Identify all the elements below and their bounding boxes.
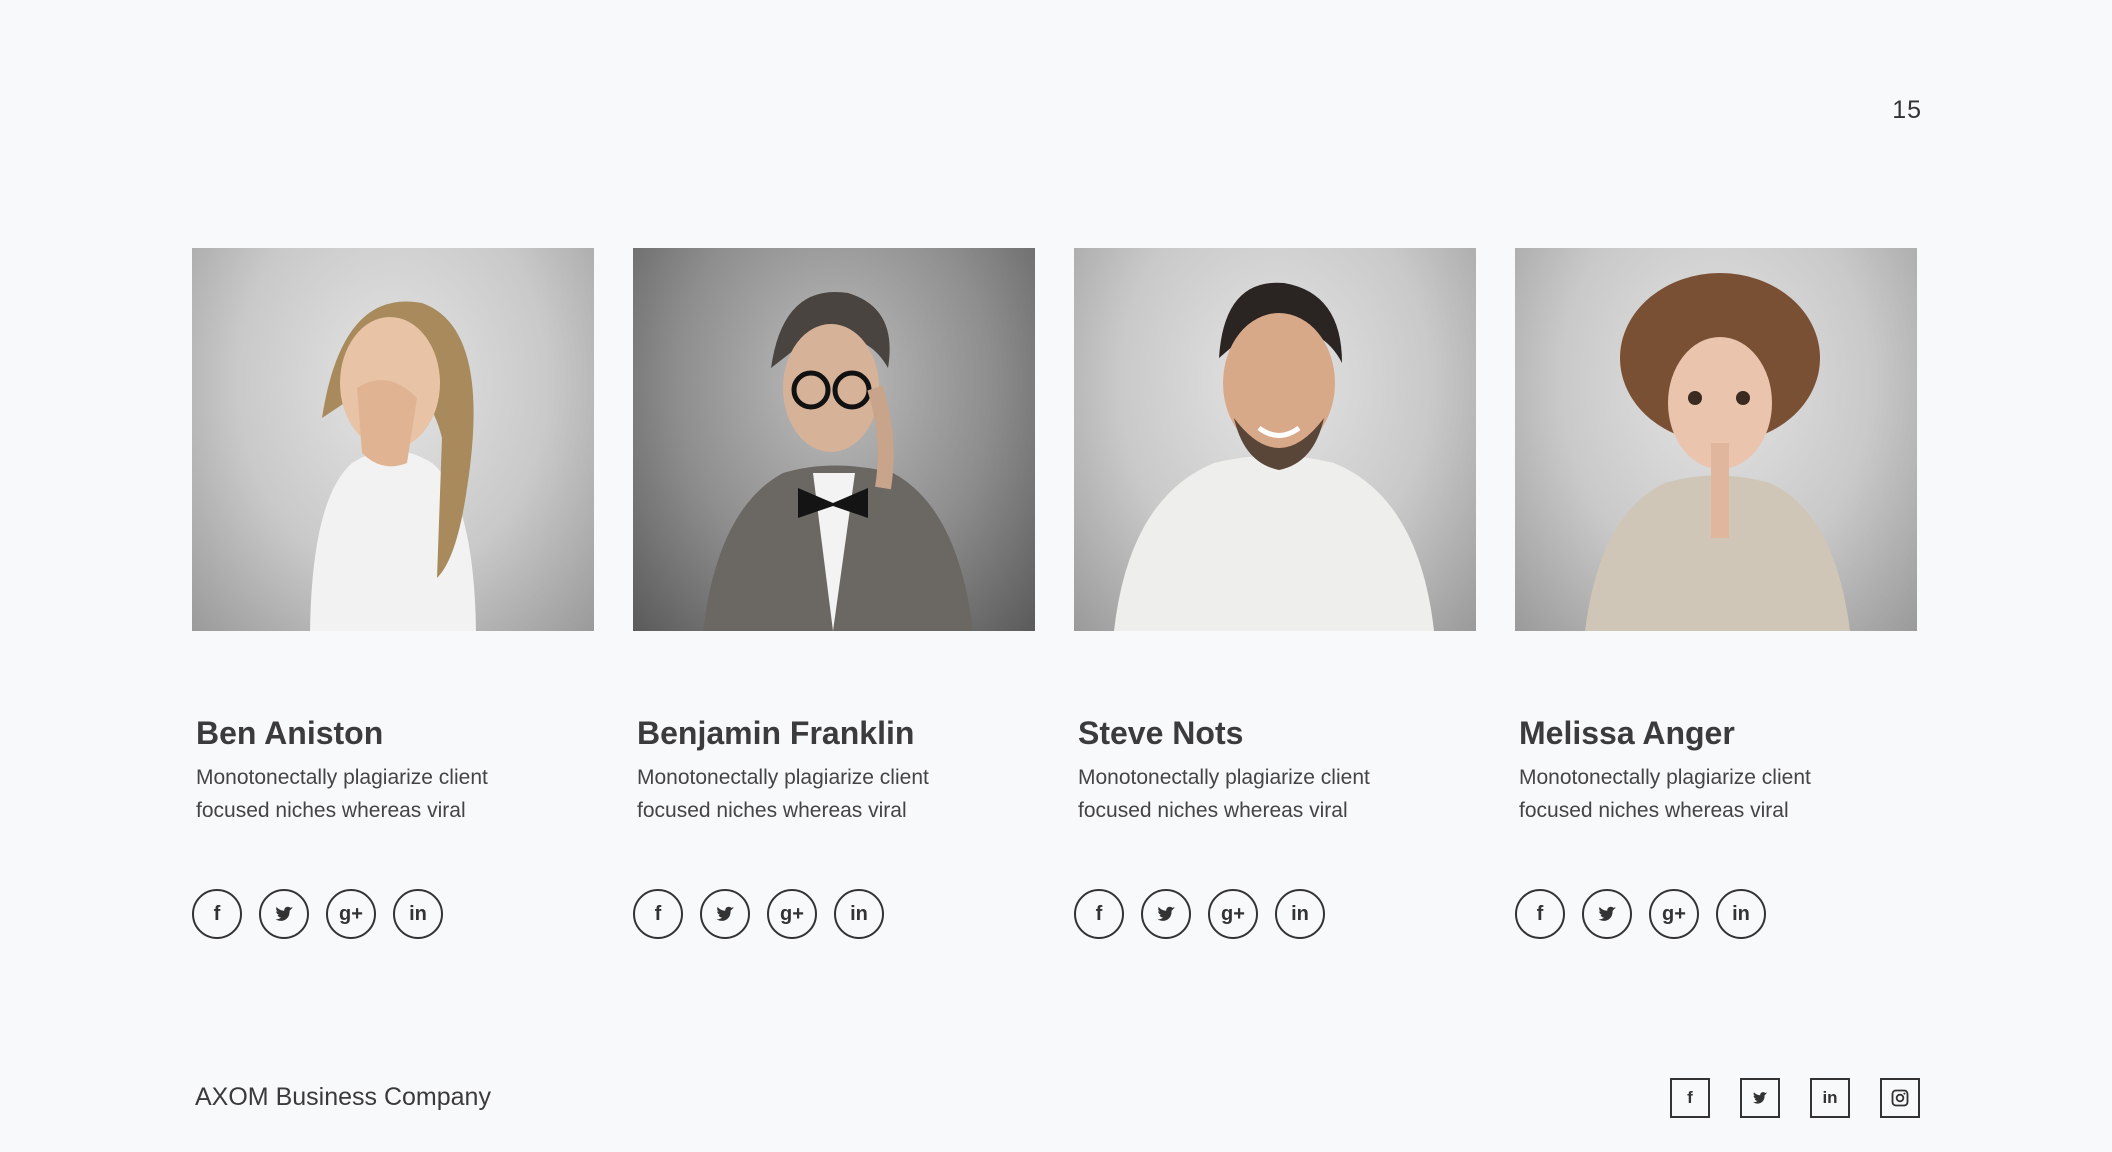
footer-social-links: f in bbox=[1670, 1078, 1920, 1118]
team-member-card: Steve Nots Monotonectally plagiarize cli… bbox=[1074, 248, 1476, 939]
facebook-icon[interactable]: f bbox=[1515, 889, 1565, 939]
linkedin-icon[interactable]: in bbox=[1716, 889, 1766, 939]
twitter-icon[interactable] bbox=[259, 889, 309, 939]
twitter-icon[interactable] bbox=[1141, 889, 1191, 939]
member-name: Ben Aniston bbox=[196, 715, 384, 751]
member-name: Steve Nots bbox=[1078, 715, 1244, 751]
facebook-icon[interactable]: f bbox=[633, 889, 683, 939]
googleplus-icon[interactable]: g+ bbox=[767, 889, 817, 939]
team-member-card: Ben Aniston Monotonectally plagiarize cl… bbox=[192, 248, 594, 939]
member-bio: Monotonectally plagiarize client focused… bbox=[196, 766, 488, 822]
member-name: Benjamin Franklin bbox=[637, 715, 915, 751]
member-photo bbox=[1074, 248, 1476, 631]
instagram-icon[interactable] bbox=[1880, 1078, 1920, 1118]
footer-brand: AXOM Business Company bbox=[195, 1083, 491, 1111]
facebook-icon[interactable]: f bbox=[1074, 889, 1124, 939]
linkedin-icon[interactable]: in bbox=[1810, 1078, 1850, 1118]
team-grid: Ben Aniston Monotonectally plagiarize cl… bbox=[192, 248, 1917, 939]
member-social-links: f g+ in bbox=[1515, 889, 1917, 939]
member-bio: Monotonectally plagiarize client focused… bbox=[1078, 766, 1370, 822]
member-social-links: f g+ in bbox=[1074, 889, 1476, 939]
team-member-card: Benjamin Franklin Monotonectally plagiar… bbox=[633, 248, 1035, 939]
twitter-icon[interactable] bbox=[1582, 889, 1632, 939]
member-photo bbox=[1515, 248, 1917, 631]
linkedin-icon[interactable]: in bbox=[834, 889, 884, 939]
member-bio: Monotonectally plagiarize client focused… bbox=[1519, 766, 1811, 822]
team-member-card: Melissa Anger Monotonectally plagiarize … bbox=[1515, 248, 1917, 939]
member-social-links: f g+ in bbox=[192, 889, 594, 939]
googleplus-icon[interactable]: g+ bbox=[1649, 889, 1699, 939]
linkedin-icon[interactable]: in bbox=[1275, 889, 1325, 939]
twitter-icon[interactable] bbox=[700, 889, 750, 939]
twitter-icon[interactable] bbox=[1740, 1078, 1780, 1118]
member-photo bbox=[633, 248, 1035, 631]
googleplus-icon[interactable]: g+ bbox=[326, 889, 376, 939]
linkedin-icon[interactable]: in bbox=[393, 889, 443, 939]
googleplus-icon[interactable]: g+ bbox=[1208, 889, 1258, 939]
facebook-icon[interactable]: f bbox=[1670, 1078, 1710, 1118]
member-photo bbox=[192, 248, 594, 631]
member-bio: Monotonectally plagiarize client focused… bbox=[637, 766, 929, 822]
member-social-links: f g+ in bbox=[633, 889, 1035, 939]
member-name: Melissa Anger bbox=[1519, 715, 1735, 751]
page-number: 15 bbox=[1892, 96, 1922, 124]
facebook-icon[interactable]: f bbox=[192, 889, 242, 939]
